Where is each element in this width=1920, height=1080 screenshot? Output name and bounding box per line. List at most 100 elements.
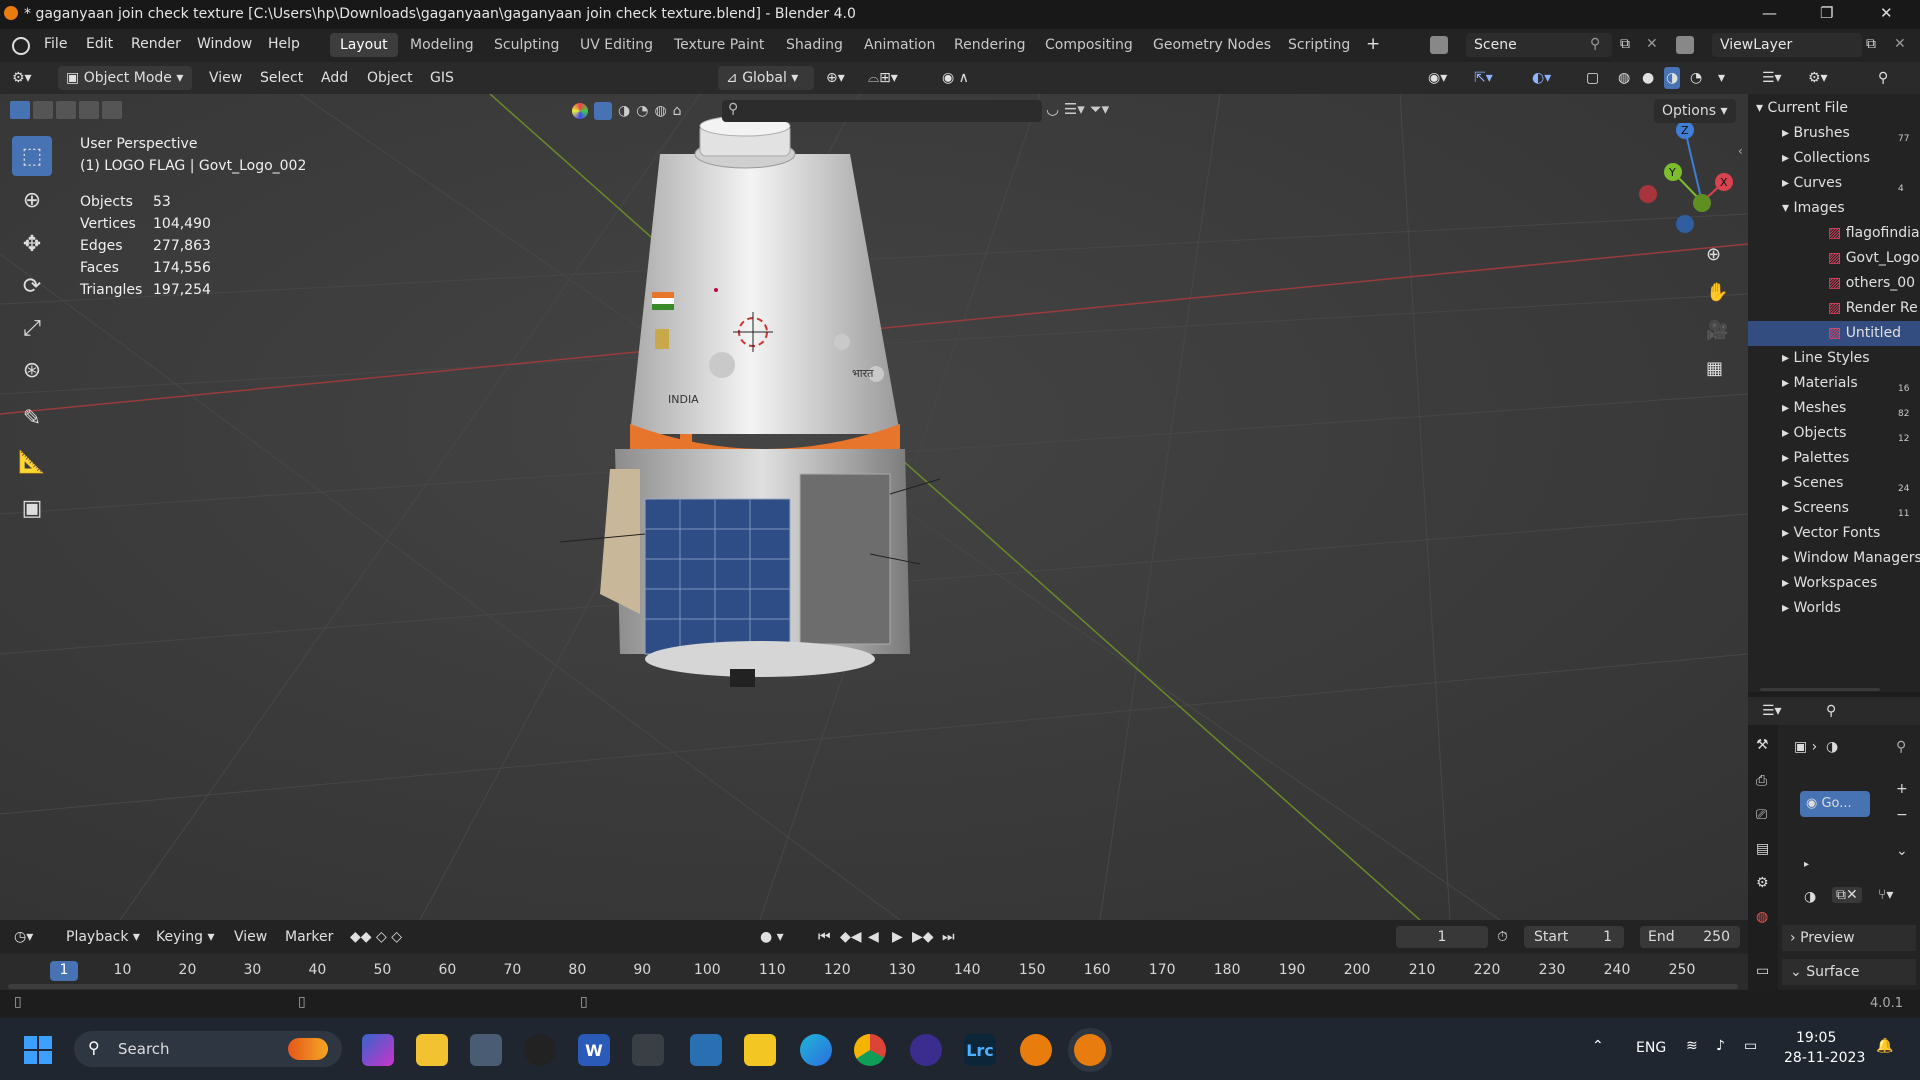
timeline-editor-icon[interactable]: ◷▾ (14, 926, 33, 948)
minimize-button[interactable]: — (1762, 4, 1777, 22)
material-sphere-icon[interactable]: ◑ (1826, 739, 1838, 755)
rendered-shading-icon[interactable]: ◔ (1690, 67, 1702, 89)
remove-slot-icon[interactable]: − (1896, 807, 1908, 823)
sphere-icon[interactable]: ◑ (618, 103, 630, 119)
proportional-edit-icon[interactable]: ◉ ∧ (942, 67, 969, 89)
viewport-search-input[interactable]: ⚲ (722, 100, 1042, 122)
add-cube-tool[interactable]: ▣ (12, 488, 52, 528)
node-tree-icon[interactable]: ⑂▾ (1878, 887, 1893, 903)
stopwatch-icon[interactable]: ⏱ (1497, 926, 1508, 948)
world-icon[interactable]: ◍ (654, 103, 666, 119)
solid-shading-icon[interactable]: ● (1642, 67, 1654, 89)
tray-chevron-icon[interactable]: ⌃ (1592, 1038, 1604, 1054)
blender-active-icon[interactable] (1074, 1034, 1106, 1066)
tool-tab-icon[interactable]: ⚒ (1756, 737, 1769, 753)
menu-help[interactable]: Help (268, 36, 300, 52)
render-tab-icon[interactable]: ⎙ (1756, 773, 1767, 789)
viewlayer-selector-icon[interactable] (1676, 36, 1694, 54)
outliner-item-curves[interactable]: ▸ Curves (1748, 171, 1920, 196)
outliner-item-images[interactable]: ▾ Images (1748, 196, 1920, 221)
outliner-image-untitled[interactable]: ▨ Untitled (1748, 321, 1920, 346)
jump-keyframe-forward-icon[interactable]: ▶◆ (912, 926, 934, 948)
sidebar-toggle-icon[interactable]: ‹ (1738, 144, 1743, 158)
tab-modeling[interactable]: Modeling (400, 33, 484, 57)
output-tab-icon[interactable]: ⎚ (1756, 807, 1767, 823)
edge-icon[interactable] (800, 1034, 832, 1066)
outliner-image-others[interactable]: ▨ others_00 (1748, 271, 1920, 296)
tab-texture-paint[interactable]: Texture Paint (664, 33, 774, 57)
world-tab-icon[interactable]: ◍ (1756, 909, 1768, 925)
calculator-icon[interactable] (470, 1034, 502, 1066)
jump-end-icon[interactable]: ⏭ (942, 926, 955, 948)
notification-bell-icon[interactable]: 🔔 (1876, 1038, 1893, 1054)
play-reverse-icon[interactable]: ◀ (868, 926, 879, 948)
clock-date[interactable]: 28-11-2023 (1784, 1050, 1865, 1066)
word-icon[interactable]: W (578, 1034, 610, 1066)
properties-search-icon[interactable]: ⚲ (1826, 700, 1836, 722)
obs-icon[interactable] (524, 1034, 556, 1066)
outliner-item-screens[interactable]: ▸ Screens (1748, 496, 1920, 521)
move-tool[interactable]: ✥ (12, 224, 52, 264)
select-intersect-icon[interactable] (102, 101, 122, 119)
rotate-tool[interactable]: ⟳ (12, 266, 52, 306)
end-frame-field[interactable]: End 250 (1640, 926, 1740, 948)
transform-orientation-dropdown[interactable]: ⊿ Global ▾ (718, 66, 814, 90)
collection-color-icon[interactable] (572, 103, 588, 119)
outliner-image-render-result[interactable]: ▨ Render Re (1748, 296, 1920, 321)
annotate-tool[interactable]: ✎ (12, 398, 52, 438)
scene-tab-icon[interactable]: ⚙ (1756, 875, 1769, 891)
menu-playback[interactable]: Playback ▾ (66, 926, 140, 948)
options-dropdown[interactable]: Options ▾ (1654, 99, 1736, 123)
close-button[interactable]: ✕ (1880, 4, 1893, 22)
surface-panel-header[interactable]: ⌄ Surface (1782, 959, 1916, 985)
snap-icon[interactable]: ⌓⊞▾ (868, 67, 898, 89)
slot-menu-icon[interactable]: ⌄ (1896, 843, 1908, 859)
tab-sculpting[interactable]: Sculpting (484, 33, 569, 57)
menu-select[interactable]: Select (260, 67, 303, 89)
app-icon[interactable] (910, 1034, 942, 1066)
chrome-icon[interactable] (854, 1034, 886, 1066)
jump-start-icon[interactable]: ⏮ (818, 926, 831, 948)
outliner-item-meshes[interactable]: ▸ Meshes (1748, 396, 1920, 421)
menu-timeline-view[interactable]: View (234, 926, 267, 948)
sticky-notes-icon[interactable] (744, 1034, 776, 1066)
outliner-item-objects[interactable]: ▸ Objects (1748, 421, 1920, 446)
outliner-item-collections[interactable]: ▸ Collections (1748, 146, 1920, 171)
outliner-search-icon[interactable]: ⚲ (1878, 67, 1888, 89)
outliner-item-line-styles[interactable]: ▸ Line Styles (1748, 346, 1920, 371)
material-shading-icon[interactable]: ◑ (1664, 67, 1681, 89)
select-difference-icon[interactable] (79, 101, 99, 119)
tab-rendering[interactable]: Rendering (944, 33, 1036, 57)
editor-type-icon[interactable]: ⚙▾ (12, 67, 32, 89)
tab-shading[interactable]: Shading (776, 33, 853, 57)
object-data-icon[interactable]: ▣ › (1794, 739, 1817, 755)
taskbar-search-box[interactable]: ⚲ Search (74, 1031, 342, 1067)
display-mode-icon[interactable]: ☰▾ (1762, 67, 1782, 89)
gizmo-toggle-icon[interactable]: ⇱▾ (1474, 67, 1493, 89)
battery-icon[interactable]: ▭ (1744, 1038, 1757, 1054)
camera-view-icon[interactable]: 🎥 (1706, 320, 1728, 341)
menu-window[interactable]: Window (197, 36, 252, 52)
mode-dropdown[interactable]: ▣ Object Mode ▾ (58, 66, 192, 90)
select-extend-icon[interactable] (33, 101, 53, 119)
slot-expand-icon[interactable]: ▸ (1804, 859, 1809, 870)
delete-viewlayer-icon[interactable]: ✕ (1894, 36, 1906, 52)
file-explorer-icon[interactable] (416, 1034, 448, 1066)
menu-view[interactable]: View (209, 67, 242, 89)
current-frame-field[interactable]: 1 (1396, 926, 1488, 948)
tab-compositing[interactable]: Compositing (1035, 33, 1143, 57)
record-icon[interactable]: ● ▾ (760, 926, 784, 948)
outliner-scrollbar[interactable] (1760, 688, 1880, 691)
outliner-item-scenes[interactable]: ▸ Scenes (1748, 471, 1920, 496)
new-viewlayer-icon[interactable]: ⧉ (1866, 36, 1876, 52)
pan-hand-icon[interactable]: ✋ (1706, 282, 1728, 303)
transform-tool[interactable]: ⊛ (12, 350, 52, 390)
lightroom-icon[interactable]: Lrc (964, 1034, 996, 1066)
photos-icon[interactable] (690, 1034, 722, 1066)
zoom-icon[interactable]: ⊕ (1706, 244, 1721, 265)
blender-menu-icon[interactable] (12, 37, 30, 55)
tab-animation[interactable]: Animation (854, 33, 945, 57)
browse-material-icon[interactable]: ⧉✕ (1832, 887, 1862, 903)
play-icon[interactable]: ▶ (892, 926, 903, 948)
windows-start-icon[interactable] (24, 1036, 52, 1064)
